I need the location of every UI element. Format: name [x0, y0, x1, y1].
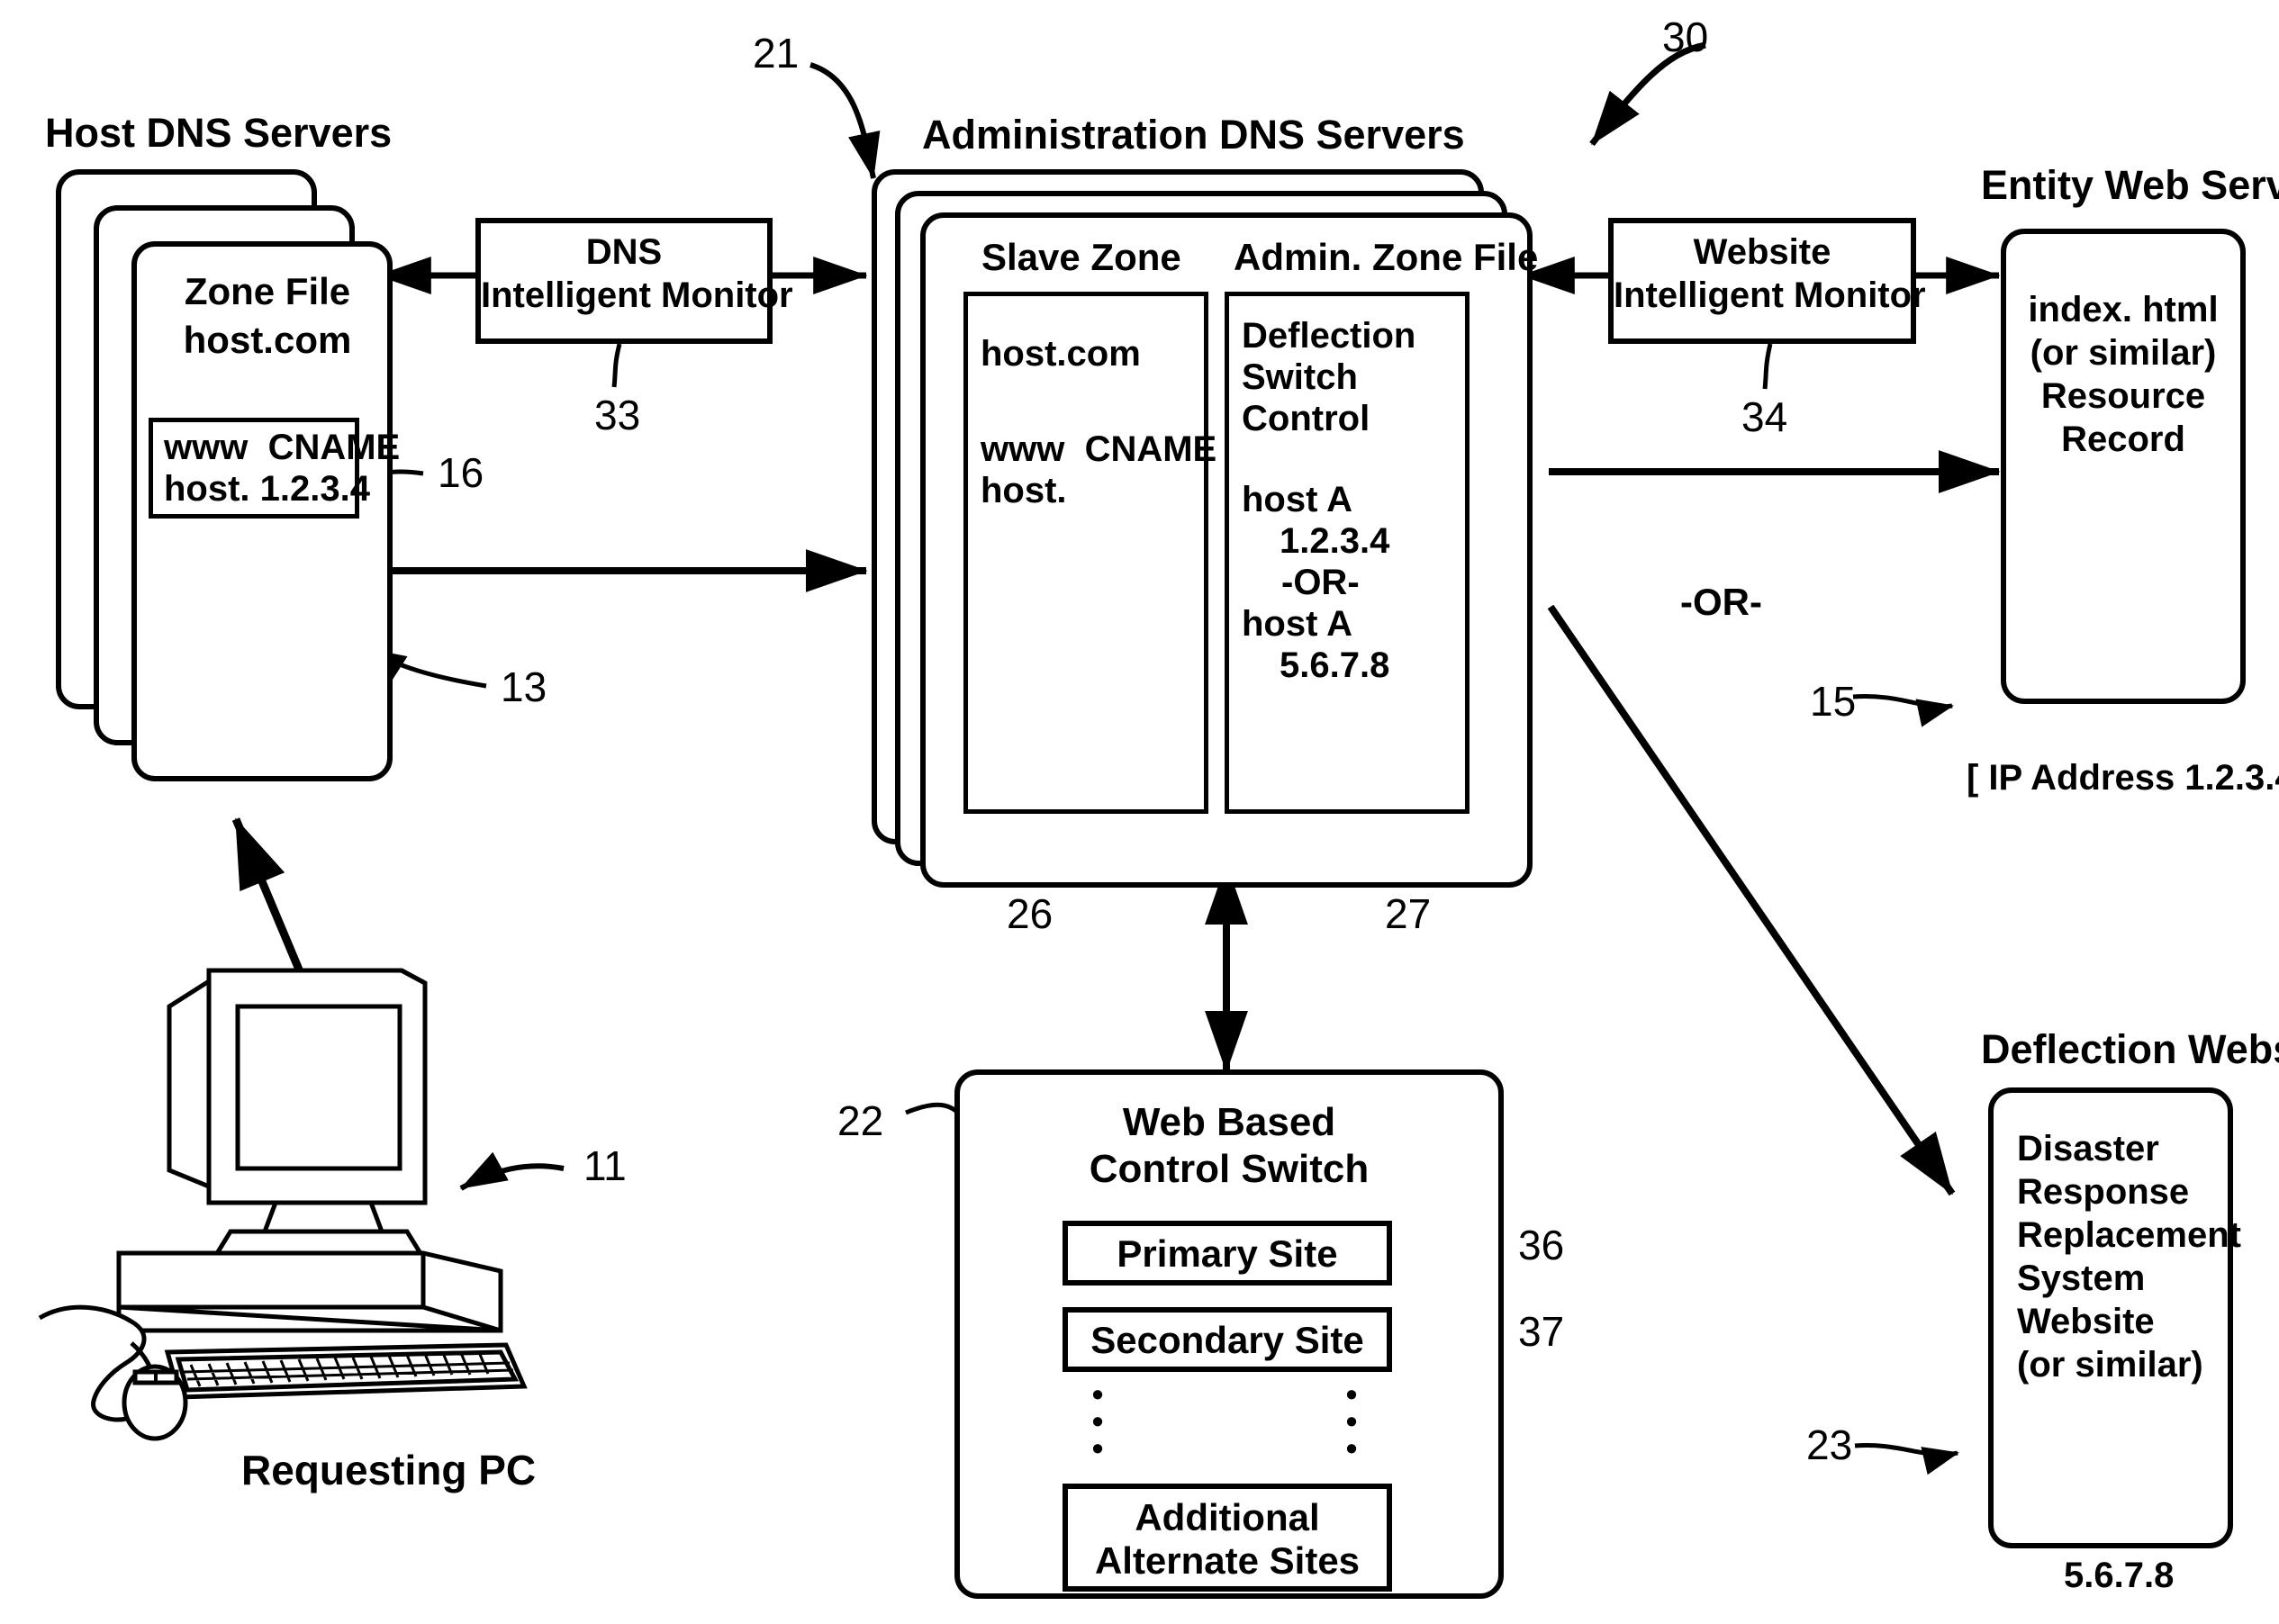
- entity-web-server-card: index. html (or similar) Resource Record: [2001, 229, 2246, 704]
- slave-zone-line3: host.: [981, 471, 1067, 510]
- admin-zone-line1: Deflection: [1242, 316, 1416, 356]
- host-dns-servers-title: Host DNS Servers: [45, 110, 393, 156]
- slave-zone-line2: www CNAME: [981, 429, 1217, 469]
- entity-ip-caption: [ IP Address 1.2.3.4 ]: [1967, 758, 2279, 798]
- ref-34: 34: [1741, 393, 1788, 440]
- admin-zone-file-panel: Deflection Switch Control host A 1.2.3.4…: [1225, 292, 1470, 814]
- deflection-line4: System: [2017, 1259, 2146, 1298]
- admin-zone-line8: 5.6.7.8: [1280, 645, 1390, 685]
- host-dns-record-line2: host. 1.2.3.4: [164, 469, 370, 509]
- deflection-webserver-card: Disaster Response Replacement System Web…: [1988, 1087, 2241, 1548]
- additional-sites-line2: Alternate Sites: [1094, 1539, 1361, 1582]
- host-dns-record-line1: www CNAME: [164, 428, 401, 467]
- ellipsis-right: • • •: [1345, 1376, 1358, 1467]
- slave-zone-panel: host.com www CNAME host.: [963, 292, 1216, 814]
- admin-zone-line3: Control: [1242, 399, 1370, 438]
- ref-22: 22: [837, 1097, 884, 1144]
- patent-figure: Host DNS Servers Zone File host.com www …: [0, 0, 2279, 1624]
- ref-15: 15: [1810, 678, 1857, 725]
- ref-30: 30: [1662, 14, 1709, 60]
- leader-15: [1852, 693, 1954, 727]
- zone-file-title-line2: host.com: [183, 319, 352, 361]
- entity-web-server-title: Entity Web Server: [1981, 162, 2279, 208]
- leader-21: [809, 62, 881, 180]
- deflection-line6: (or similar): [2017, 1345, 2203, 1385]
- control-switch-title-line2: Control Switch: [1089, 1147, 1370, 1191]
- entity-line3: Resource: [2040, 376, 2206, 416]
- dns-monitor-line1: DNS: [585, 232, 663, 272]
- entity-line2: (or similar): [2030, 333, 2217, 373]
- deflection-line2: Response: [2017, 1172, 2190, 1212]
- ref-26: 26: [1007, 890, 1054, 937]
- admin-zone-file-title: Admin. Zone File: [1234, 236, 1539, 278]
- ellipsis-left: • • •: [1091, 1376, 1104, 1467]
- deflection-ip-caption: 5.6.7.8: [2064, 1556, 2175, 1595]
- admin-zone-line6: -OR-: [1281, 563, 1360, 602]
- slave-zone-title: Slave Zone: [981, 236, 1181, 278]
- secondary-site-label: Secondary Site: [1090, 1319, 1364, 1361]
- admin-zone-line7: host A: [1242, 604, 1352, 644]
- arrow-admindns-to-deflection: [1547, 604, 1956, 1196]
- dns-intelligent-monitor-box: DNS Intelligent Monitor: [475, 218, 793, 344]
- deflection-line5: Website: [2017, 1302, 2155, 1341]
- ref-21: 21: [753, 30, 800, 77]
- entity-line4: Record: [2061, 420, 2185, 459]
- leader-34: [1762, 343, 1773, 390]
- admin-zone-line4: host A: [1242, 480, 1352, 519]
- deflection-webserver-title: Deflection Webserver: [1981, 1026, 2279, 1072]
- leader-33: [611, 343, 622, 388]
- ref-36: 36: [1518, 1222, 1565, 1268]
- website-monitor-line1: Website: [1693, 232, 1831, 272]
- requesting-pc-illustration: [38, 968, 528, 1441]
- primary-site-label: Primary Site: [1117, 1232, 1338, 1275]
- ref-16: 16: [438, 449, 484, 496]
- host-dns-server-card-front: Zone File host.com www CNAME host. 1.2.3…: [131, 241, 400, 781]
- secondary-site-button[interactable]: Secondary Site: [1063, 1307, 1392, 1372]
- website-intelligent-monitor-box: Website Intelligent Monitor: [1608, 218, 1926, 344]
- admin-dns-servers-title: Administration DNS Servers: [922, 112, 1465, 158]
- ref-11: 11: [583, 1142, 627, 1189]
- entity-line1: index. html: [2028, 290, 2219, 329]
- ref-33: 33: [594, 392, 641, 438]
- ref-27: 27: [1385, 890, 1432, 937]
- admin-dns-server-card-front: Slave Zone Admin. Zone File host.com www…: [920, 212, 1538, 888]
- ref-23: 23: [1806, 1421, 1853, 1468]
- deflection-line3: Replacement: [2017, 1215, 2241, 1255]
- admin-zone-line5: 1.2.3.4: [1280, 521, 1390, 561]
- leader-11: [459, 1151, 565, 1191]
- deflection-line1: Disaster: [2017, 1129, 2159, 1168]
- additional-sites-line1: Additional: [1135, 1496, 1320, 1538]
- or-divider-label: -OR-: [1680, 581, 1762, 623]
- admin-zone-line2: Switch: [1242, 357, 1358, 397]
- zone-file-title-line1: Zone File: [184, 270, 351, 312]
- host-dns-record-box: www CNAME host. 1.2.3.4: [149, 418, 400, 519]
- ref-37: 37: [1518, 1308, 1565, 1355]
- leader-23: [1854, 1442, 1959, 1475]
- control-switch-title-line1: Web Based: [1122, 1100, 1336, 1144]
- slave-zone-line1: host.com: [981, 334, 1141, 374]
- leader-22: [905, 1102, 963, 1118]
- website-monitor-line2: Intelligent Monitor: [1614, 275, 1926, 315]
- dns-monitor-line2: Intelligent Monitor: [481, 275, 793, 315]
- ref-13: 13: [501, 663, 547, 710]
- additional-alternate-sites-button[interactable]: Additional Alternate Sites: [1063, 1484, 1392, 1592]
- web-based-control-switch-card: Web Based Control Switch Primary Site Se…: [954, 1069, 1504, 1599]
- arrow-pc-to-hostdns: [231, 817, 311, 988]
- primary-site-button[interactable]: Primary Site: [1063, 1221, 1392, 1286]
- requesting-pc-caption: Requesting PC: [241, 1447, 537, 1493]
